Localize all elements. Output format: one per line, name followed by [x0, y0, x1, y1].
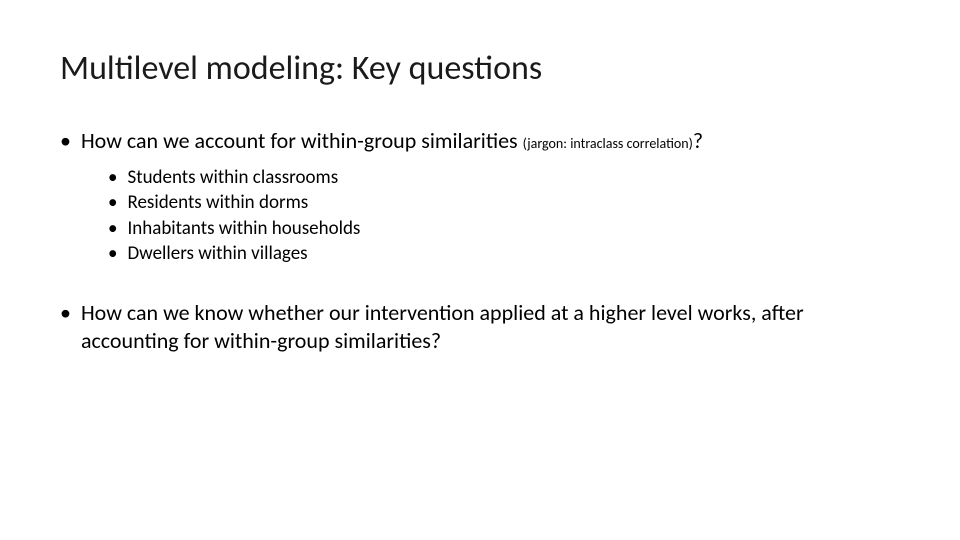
bullet-text: How can we know whether our intervention…	[81, 299, 900, 354]
bullet-level2: • Dwellers within villages	[108, 241, 900, 267]
bullet-dot-icon: •	[108, 165, 117, 191]
bullet-text: How can we account for within-group simi…	[81, 127, 703, 155]
bullet-text-pre: How can we account for within-group simi…	[81, 127, 523, 154]
bullet-text: Inhabitants within households	[127, 216, 360, 242]
slide-title: Multilevel modeling: Key questions	[60, 48, 900, 89]
bullet-dot-icon: •	[108, 190, 117, 216]
bullet-dot-icon: •	[108, 241, 117, 267]
bullet-level2: • Inhabitants within households	[108, 216, 900, 242]
bullet-text-post: ?	[693, 127, 703, 154]
bullet-text: Residents within dorms	[127, 190, 308, 216]
bullet-dot-icon: •	[60, 299, 71, 327]
bullet-text: Dwellers within villages	[127, 241, 307, 267]
bullet-level2: • Students within classrooms	[108, 165, 900, 191]
bullet-dot-icon: •	[108, 216, 117, 242]
bullet-text: Students within classrooms	[127, 165, 338, 191]
bullet-level2: • Residents within dorms	[108, 190, 900, 216]
sub-bullet-block: • Students within classrooms • Residents…	[60, 165, 900, 268]
bullet-level1: • How can we know whether our interventi…	[60, 299, 900, 354]
bullet-level1: • How can we account for within-group si…	[60, 127, 900, 155]
bullet-dot-icon: •	[60, 127, 71, 155]
jargon-text: (jargon: intraclass correlation)	[523, 135, 693, 152]
